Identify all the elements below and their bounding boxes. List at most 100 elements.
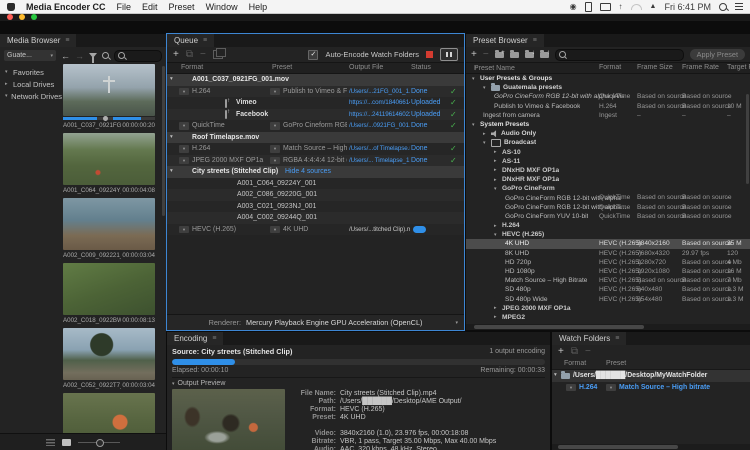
preset-dropdown[interactable] [270,122,280,130]
media-clip-item[interactable]: A001_C037_0921FG_... 00:00:00:20 [63,64,158,129]
preset-row[interactable]: ▾ Guatemala presets [466,83,750,92]
preset-row[interactable]: ▸ DNxHR MXF OP1a [466,175,750,184]
renderer-dropdown[interactable]: Mercury Playback Engine GPU Acceleration… [246,318,422,327]
preset-settings-icon[interactable] [510,52,519,58]
row-output-file[interactable]: /Users/...titched Clip).mp4 [349,224,410,236]
queue-row[interactable]: H.264 Match Source – High bitr... /Users… [167,143,464,155]
preset-row[interactable]: ▾ GoPro CineForm [466,184,750,193]
preset-row[interactable]: ▾ User Presets & Groups [466,74,750,83]
row-output-file[interactable]: /Users/...0921FG_001.mov [349,120,410,132]
panel-menu-icon[interactable]: ≡ [212,335,216,342]
row-output-file[interactable]: /Users/...of Timelapse.mp4 [349,143,410,155]
tab-watch-folders[interactable]: Watch Folders ≡ [552,332,626,345]
column-target-rate[interactable]: Target R [727,64,750,71]
queue-row[interactable]: Facebook https://...24119614602283 Uploa… [167,109,464,121]
output-preview-toggle[interactable]: ▾ Output Preview [172,380,545,387]
chevron-down-icon[interactable]: ▾ [455,320,458,326]
preset-dropdown[interactable] [606,384,616,392]
add-source-button[interactable]: + [173,50,179,60]
row-output-file[interactable]: https://...24119614602283 [349,109,410,121]
queue-row[interactable]: A004_C002_09244Q_001 [167,212,464,224]
thumbnail-view-icon[interactable] [62,439,71,446]
new-preset-group-icon[interactable] [495,52,504,58]
vertical-scrollbar[interactable] [746,94,749,184]
tree-item-network-drives[interactable]: ▾ Network Drives [0,90,62,102]
preset-row[interactable]: Publish to Vimeo & Facebook H.264 Based … [466,102,750,111]
format-dropdown[interactable] [179,157,189,165]
thumbnail-size-slider[interactable] [78,442,120,443]
phone-status-icon[interactable] [585,2,592,12]
column-format[interactable]: Format [599,64,621,71]
preset-row[interactable]: HD 1080p HEVC (H.265) 1920x1080 Based on… [466,267,750,276]
row-expand-chevron[interactable]: ▾ [483,140,488,146]
menu-window[interactable]: Window [206,2,238,12]
minimize-window-button[interactable] [19,14,25,20]
queue-row[interactable]: Vimeo https://...com/184066142 Uploaded [167,97,464,109]
preset-row[interactable]: ▸ AS-11 [466,157,750,166]
watch-folder-output-row[interactable]: H.264 Match Source – High bitrate [552,382,750,394]
preset-dropdown[interactable] [270,226,280,234]
row-expand-chevron[interactable]: ▾ [554,370,557,382]
preset-row[interactable]: HD 720p HEVC (H.265) 1280x720 Based on s… [466,258,750,267]
display-mirroring-icon[interactable] [600,3,611,11]
menu-help[interactable]: Help [249,2,268,12]
panel-menu-icon[interactable]: ≡ [615,335,619,342]
media-clip-item[interactable]: A002_C018_0922BW_... 00:00:08:13 [63,263,158,324]
search-type-icon[interactable] [102,52,109,59]
preset-search-input[interactable] [569,51,683,58]
wifi-icon[interactable] [631,4,642,10]
menu-edit[interactable]: Edit [142,2,158,12]
upload-status-icon[interactable]: ↑ [619,3,623,11]
media-clip-item[interactable]: A002_C052_0922T7_... 00:00:03:04 [63,328,158,389]
preset-row[interactable]: ▾ HEVC (H.265) [466,230,750,239]
column-format[interactable]: Format [564,360,586,367]
add-output-button[interactable]: ⧉ [571,347,578,357]
column-status[interactable]: Status [411,64,431,71]
column-output-file[interactable]: Output File [349,64,383,71]
panel-menu-icon[interactable]: ≡ [533,37,537,44]
new-preset-button[interactable]: + [471,50,477,60]
scrub-handle[interactable] [103,116,108,121]
zoom-window-button[interactable] [31,14,37,20]
column-frame-rate[interactable]: Frame Rate [682,64,719,71]
import-presets-icon[interactable] [525,52,534,58]
preset-row[interactable]: SD 480p HEVC (H.265) 640x480 Based on so… [466,285,750,294]
row-expand-chevron[interactable]: ▸ [494,305,499,311]
apply-preset-button[interactable]: Apply Preset [690,49,745,60]
row-expand-chevron[interactable]: ▸ [494,158,499,164]
row-expand-chevron[interactable]: ▸ [494,314,499,320]
watch-folder-row[interactable]: ▾ /Users/██████/Desktop/MyWatchFolder [552,370,750,382]
preset-row[interactable]: GoPro CineForm RGB 12-bit with alpha... … [466,203,750,212]
preset-row[interactable]: GoPro CineForm RGB 12-bit with alpha Qui… [466,193,750,202]
tab-encoding[interactable]: Encoding ≡ [167,332,223,345]
queue-row[interactable]: ▾ City streets (Stitched Clip) Hide 4 so… [167,166,464,178]
row-expand-chevron[interactable]: ▾ [170,132,173,144]
queue-row[interactable]: H.264 Publish to Vimeo & Face... /Users/… [167,86,464,98]
stop-queue-button[interactable] [426,51,433,58]
media-search-input[interactable] [128,52,161,59]
preset-row[interactable]: Ingest from camera Ingest – – – [466,111,750,120]
hide-sources-link[interactable]: Hide 4 sources [285,166,331,178]
export-presets-icon[interactable] [540,52,549,58]
column-frame-size[interactable]: Frame Size [637,64,673,71]
delete-preset-button[interactable]: − [483,50,489,60]
queue-row[interactable]: HEVC (H.265) 4K UHD /Users/...titched Cl… [167,224,464,236]
auto-encode-checkbox[interactable] [308,50,318,60]
app-menu-title[interactable]: Media Encoder CC [26,2,106,12]
row-expand-chevron[interactable]: ▾ [170,166,173,178]
row-output-file[interactable]: /Users/... Timelapse_1.mxf [349,155,410,167]
format-dropdown[interactable] [179,88,189,96]
preset-row[interactable]: ▸ DNxHD MXF OP1a [466,166,750,175]
preset-row[interactable]: ▸ Audio Only [466,129,750,138]
menu-preset[interactable]: Preset [169,2,195,12]
row-expand-chevron[interactable]: ▾ [472,122,477,128]
media-clip-item[interactable]: A001_C064_09224Y_... 00:00:04:08 [63,133,158,194]
preset-dropdown[interactable] [270,88,280,96]
row-expand-chevron[interactable]: ▸ [494,223,499,229]
media-clip-item[interactable]: A002_C009_092221_... 00:00:03:04 [63,198,158,259]
queue-row[interactable]: JPEG 2000 MXF OP1a RGBA 4:4:4:4 12-bit (… [167,155,464,167]
scrollbar-thumb[interactable] [558,445,678,449]
preset-row[interactable]: GoPro CineForm RGB 12-bit with alpha (Al… [466,92,750,101]
preset-row[interactable]: ▸ H.264 [466,221,750,230]
format-dropdown[interactable] [566,384,576,392]
